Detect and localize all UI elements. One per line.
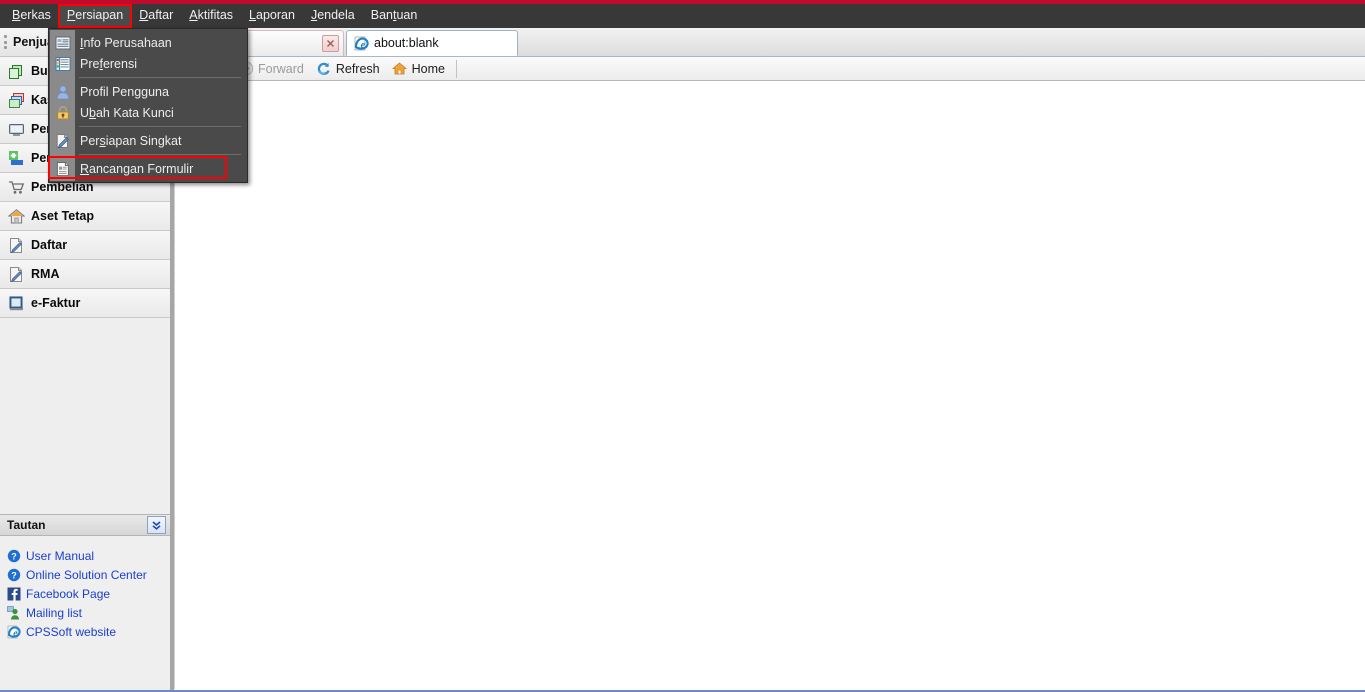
purchase-cart-icon [7,178,25,196]
link-online-solution-center[interactable]: ? Online Solution Center [6,565,170,584]
page-content-area [174,81,1365,689]
sidebar-empty-space [0,318,170,514]
svg-text:?: ? [11,551,17,561]
close-icon[interactable] [322,35,339,52]
inventory-icon [7,120,25,138]
link-user-manual[interactable]: ? User Manual [6,546,170,565]
sales-icon [7,149,25,167]
sidebar-item-label: e-Faktur [31,296,81,310]
menu-item-persiapan-singkat[interactable]: Persiapan Singkat [49,130,247,151]
e-invoice-book-icon [7,294,25,312]
user-profile-icon [52,83,74,101]
help-question-icon: ? [6,567,22,583]
facebook-icon [6,586,22,602]
application-window: Berkas Persiapan Daftar Aktifitas Lapora… [0,0,1365,692]
links-panel-header[interactable]: Tautan [0,514,170,536]
list-pencil-icon [7,236,25,254]
quick-setup-icon [52,132,74,150]
link-label: Facebook Page [26,586,111,601]
tab-about-blank[interactable]: e about:blank [346,30,518,56]
menu-item-label: Profil Pengguna [80,84,169,99]
menu-daftar[interactable]: Daftar [131,5,181,27]
sidebar-item-label: Daftar [31,238,68,252]
links-list: ? User Manual ? Online Solution Center F… [0,536,170,670]
home-button[interactable]: Home [386,59,451,79]
svg-text:e: e [360,40,365,51]
menu-item-label: Info Perusahaan [80,35,172,50]
drag-grip-icon [4,35,9,49]
sidebar-item-rma[interactable]: RMA [0,260,170,289]
links-panel-title: Tautan [7,518,46,532]
menu-item-profil-pengguna[interactable]: Profil Pengguna [49,81,247,102]
menu-bantuan[interactable]: Bantuan [363,5,426,27]
form-design-icon [52,160,74,178]
menu-item-ubah-kata-kunci[interactable]: Ubah Kata Kunci [49,102,247,123]
menu-item-label: Rancangan Formulir [80,161,194,176]
help-question-icon: ? [6,548,22,564]
rma-pencil-icon [7,265,25,283]
preferences-icon [52,55,74,73]
link-facebook-page[interactable]: Facebook Page [6,584,170,603]
menu-item-label: Preferensi [80,56,137,71]
cash-bank-icon [7,91,25,109]
tab-strip: e about:blank [174,28,1365,57]
menu-item-info-perusahaan[interactable]: Info Perusahaan [49,32,247,53]
refresh-label: Refresh [335,61,380,76]
link-label: Mailing list [26,605,83,620]
menu-separator [79,154,241,155]
persiapan-dropdown-menu: Info Perusahaan Preferensi Profil Penggu… [48,28,248,183]
toolbar-separator [455,59,457,78]
svg-text:?: ? [11,570,17,580]
mailing-list-icon [6,605,22,621]
sidebar-bottom-fill [0,670,170,680]
refresh-button[interactable]: Refresh [310,59,386,79]
sidebar-item-label: RMA [31,267,60,281]
sidebar-item-daftar[interactable]: Daftar [0,231,170,260]
menu-item-label: Persiapan Singkat [80,133,182,148]
menu-bar: Berkas Persiapan Daftar Aktifitas Lapora… [0,4,1365,28]
menu-item-preferensi[interactable]: Preferensi [49,53,247,74]
company-info-icon [52,34,74,52]
menu-laporan[interactable]: Laporan [241,5,303,27]
chevron-double-down-icon[interactable] [147,516,166,534]
internet-explorer-icon: e [6,624,22,640]
tab-title: about:blank [374,36,439,50]
forward-label: Forward [258,61,304,76]
link-label: User Manual [26,548,95,563]
menu-item-label: Ubah Kata Kunci [80,105,174,120]
sidebar-item-aset-tetap[interactable]: Aset Tetap [0,202,170,231]
menu-separator [79,77,241,78]
menu-persiapan[interactable]: Persiapan [57,4,133,28]
link-cpssoft-website[interactable]: e CPSSoft website [6,622,170,641]
link-label: Online Solution Center [26,567,147,582]
menu-aktifitas[interactable]: Aktifitas [181,5,241,27]
ledger-icon [7,62,25,80]
link-mailing-list[interactable]: Mailing list [6,603,170,622]
link-label: CPSSoft website [26,624,117,639]
refresh-icon [316,61,332,77]
menu-jendela[interactable]: Jendela [303,5,363,27]
svg-text:e: e [13,628,17,638]
menu-berkas[interactable]: Berkas [4,5,59,27]
fixed-asset-house-icon [7,207,25,225]
internet-explorer-icon: e [353,35,369,51]
menu-item-rancangan-formulir[interactable]: Rancangan Formulir [48,156,247,179]
home-label: Home [411,61,445,76]
browser-pane: e about:blank Forward Refresh Home [174,28,1365,692]
sidebar-item-e-faktur[interactable]: e-Faktur [0,289,170,318]
lock-icon [52,104,74,122]
sidebar-item-label: Aset Tetap [31,209,94,223]
home-icon [392,61,408,77]
browser-toolbar: Forward Refresh Home [174,57,1365,81]
menu-separator [79,126,241,127]
